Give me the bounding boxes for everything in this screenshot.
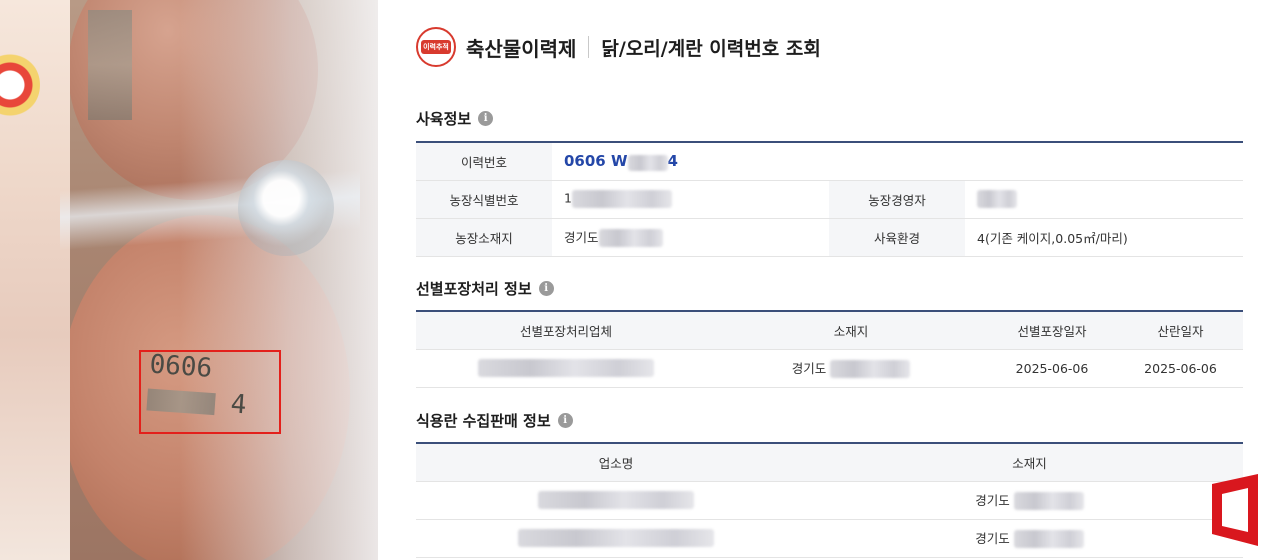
pack-date: 2025-06-06 (986, 349, 1118, 388)
col-header-location: 소재지 (816, 443, 1243, 482)
packing-table: 선별포장처리업체 소재지 선별포장일자 산란일자 경기도 2025-06-06 … (416, 310, 1243, 388)
farm-owner-label: 농장경영자 (829, 180, 965, 219)
table-row: 농장식별번호 1 농장경영자 (416, 180, 1243, 219)
farm-id-value: 1 (552, 180, 829, 219)
redacted-block (627, 154, 668, 171)
col-header-lay-date: 산란일자 (1118, 311, 1243, 350)
brand-name: 축산물이력제 (466, 36, 577, 61)
table-row: 경기도 (416, 519, 1243, 558)
location-prefix: 경기도 (791, 360, 827, 376)
table-row: 농장소재지 경기도 사육환경 4(기존 케이지,0.05㎡/마리) (416, 218, 1243, 257)
location-prefix: 경기도 (975, 492, 1010, 508)
section-title-packing: 선별포장처리 정보 i (416, 278, 554, 299)
logo-text: 이력추적 (421, 40, 451, 54)
env-label: 사육환경 (829, 218, 965, 257)
farm-location-label: 농장소재지 (416, 218, 552, 257)
farm-location-value: 경기도 (552, 218, 829, 257)
publisher-logo-icon (1212, 474, 1258, 546)
table-header-row: 업소명 소재지 (416, 443, 1243, 482)
farm-owner-value (965, 180, 1243, 219)
redacted-block (1013, 492, 1084, 511)
sales-table: 업소명 소재지 경기도 경기도 (416, 442, 1243, 558)
egg-code-highlight (139, 350, 281, 434)
page-title: 닭/오리/계란 이력번호 조회 (601, 37, 821, 60)
col-header-packer: 선별포장처리업체 (416, 311, 716, 350)
redacted-block (977, 190, 1017, 208)
info-icon[interactable]: i (557, 413, 573, 428)
section-title-sales: 식용란 수집판매 정보 i (416, 410, 573, 431)
farm-location-prefix: 경기도 (564, 229, 599, 245)
section-title-breeding: 사육정보 i (416, 108, 494, 129)
header-divider (588, 36, 590, 58)
env-value: 4(기존 케이지,0.05㎡/마리) (965, 218, 1243, 257)
table-row: 이력번호 0606 W 4 (416, 142, 1243, 181)
trace-number-prefix: 0606 W (564, 152, 628, 170)
farm-id-label: 농장식별번호 (416, 180, 552, 219)
packer-name (416, 349, 716, 388)
redacted-block (830, 360, 911, 379)
col-header-location: 소재지 (716, 311, 986, 350)
table-row: 경기도 (416, 481, 1243, 520)
trace-number-label: 이력번호 (416, 142, 552, 181)
redacted-block (518, 529, 714, 547)
section-title-text: 사육정보 (416, 110, 472, 128)
egg-photo: 0606 4 (0, 0, 378, 560)
section-title-text: 선별포장처리 정보 (416, 280, 532, 298)
info-icon[interactable]: i (478, 111, 494, 126)
table-header-row: 선별포장처리업체 소재지 선별포장일자 산란일자 (416, 311, 1243, 350)
trace-panel: 이력추적 축산물이력제 닭/오리/계란 이력번호 조회 사육정보 i 이력번호 … (392, 0, 1280, 560)
trace-number-suffix: 4 (667, 152, 678, 170)
farm-id-prefix: 1 (564, 190, 572, 206)
redacted-block (538, 491, 694, 509)
shop-location: 경기도 (816, 519, 1243, 558)
breeding-table: 이력번호 0606 W 4 농장식별번호 1 농장경영자 농장소재지 경기도 사육… (416, 141, 1243, 257)
plastic-tray (180, 0, 378, 560)
redacted-block (598, 229, 663, 248)
redacted-block (1013, 530, 1084, 549)
blurred-code-top (88, 10, 132, 120)
trace-number-value: 0606 W 4 (552, 142, 1243, 181)
col-header-pack-date: 선별포장일자 (986, 311, 1118, 350)
table-row: 경기도 2025-06-06 2025-06-06 (416, 349, 1243, 388)
redacted-block (571, 190, 672, 208)
shop-location: 경기도 (816, 481, 1243, 520)
packer-location: 경기도 (716, 349, 986, 388)
section-title-text: 식용란 수집판매 정보 (416, 412, 551, 430)
shop-name (416, 481, 816, 520)
lay-date: 2025-06-06 (1118, 349, 1243, 388)
tray-bubble (238, 160, 334, 256)
info-icon[interactable]: i (538, 281, 554, 296)
col-header-shop-name: 업소명 (416, 443, 816, 482)
shop-name (416, 519, 816, 558)
redacted-block (478, 359, 654, 377)
trace-logo-icon: 이력추적 (416, 27, 456, 67)
page-header: 이력추적 축산물이력제 닭/오리/계란 이력번호 조회 (416, 24, 821, 70)
location-prefix: 경기도 (975, 530, 1010, 546)
